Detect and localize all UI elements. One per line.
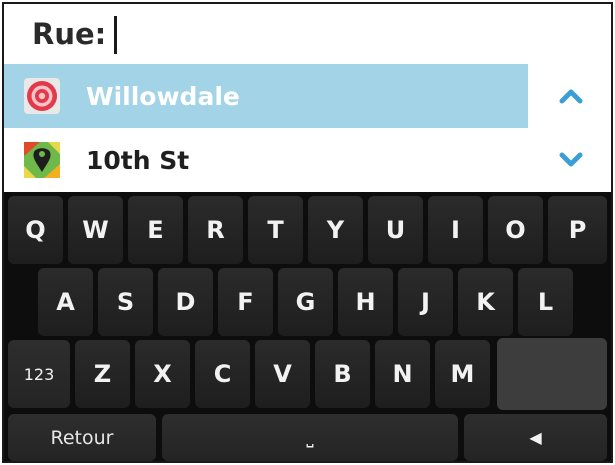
- retour-key[interactable]: Retour: [8, 414, 156, 461]
- key-s[interactable]: S: [98, 268, 153, 336]
- key-t[interactable]: T: [248, 196, 303, 264]
- key-g[interactable]: G: [278, 268, 333, 336]
- suggestion-label: Willowdale: [86, 81, 240, 111]
- space-key[interactable]: ⎵: [162, 414, 458, 461]
- chevron-down-icon: [559, 152, 583, 167]
- key-c[interactable]: C: [195, 340, 250, 408]
- enter-key[interactable]: [497, 338, 607, 410]
- suggestion-item-10th-st[interactable]: 10th St: [4, 128, 528, 192]
- target-icon: [24, 78, 60, 114]
- key-r[interactable]: R: [188, 196, 243, 264]
- search-row: Rue:: [4, 4, 611, 64]
- key-l[interactable]: L: [518, 268, 573, 336]
- key-k[interactable]: K: [458, 268, 513, 336]
- text-cursor: [114, 16, 117, 54]
- key-h[interactable]: H: [338, 268, 393, 336]
- suggestion-label: 10th St: [86, 145, 190, 175]
- suggestion-list: Willowdale 10th St: [4, 64, 528, 192]
- key-y[interactable]: Y: [308, 196, 363, 264]
- key-q[interactable]: Q: [8, 196, 63, 264]
- scroll-down-button[interactable]: [556, 145, 586, 175]
- key-j[interactable]: J: [398, 268, 453, 336]
- search-label: Rue:: [32, 17, 107, 51]
- key-n[interactable]: N: [375, 340, 430, 408]
- key-w[interactable]: W: [68, 196, 123, 264]
- key-x[interactable]: X: [135, 340, 190, 408]
- key-d[interactable]: D: [158, 268, 213, 336]
- map-location-icon: [24, 142, 60, 178]
- key-z[interactable]: Z: [75, 340, 130, 408]
- key-e[interactable]: E: [128, 196, 183, 264]
- suggestion-item-willowdale[interactable]: Willowdale: [4, 64, 528, 128]
- navigation-search-screen: Rue: Willowdale 10th St Q W E R T Y U I …: [2, 2, 613, 463]
- key-u[interactable]: U: [368, 196, 423, 264]
- chevron-up-icon: [559, 89, 583, 104]
- suggestion-scroll-controls: [528, 64, 611, 192]
- key-m[interactable]: M: [435, 340, 490, 408]
- key-o[interactable]: O: [488, 196, 543, 264]
- street-search-input[interactable]: [114, 14, 555, 54]
- key-b[interactable]: B: [315, 340, 370, 408]
- numbers-key[interactable]: 123: [8, 340, 70, 408]
- backspace-key[interactable]: ◀: [464, 414, 607, 461]
- key-p[interactable]: P: [548, 196, 607, 264]
- key-f[interactable]: F: [218, 268, 273, 336]
- on-screen-keyboard: Q W E R T Y U I O P A S D F G H J K L 12…: [4, 192, 611, 461]
- key-a[interactable]: A: [38, 268, 93, 336]
- key-v[interactable]: V: [255, 340, 310, 408]
- scroll-up-button[interactable]: [556, 81, 586, 111]
- key-i[interactable]: I: [428, 196, 483, 264]
